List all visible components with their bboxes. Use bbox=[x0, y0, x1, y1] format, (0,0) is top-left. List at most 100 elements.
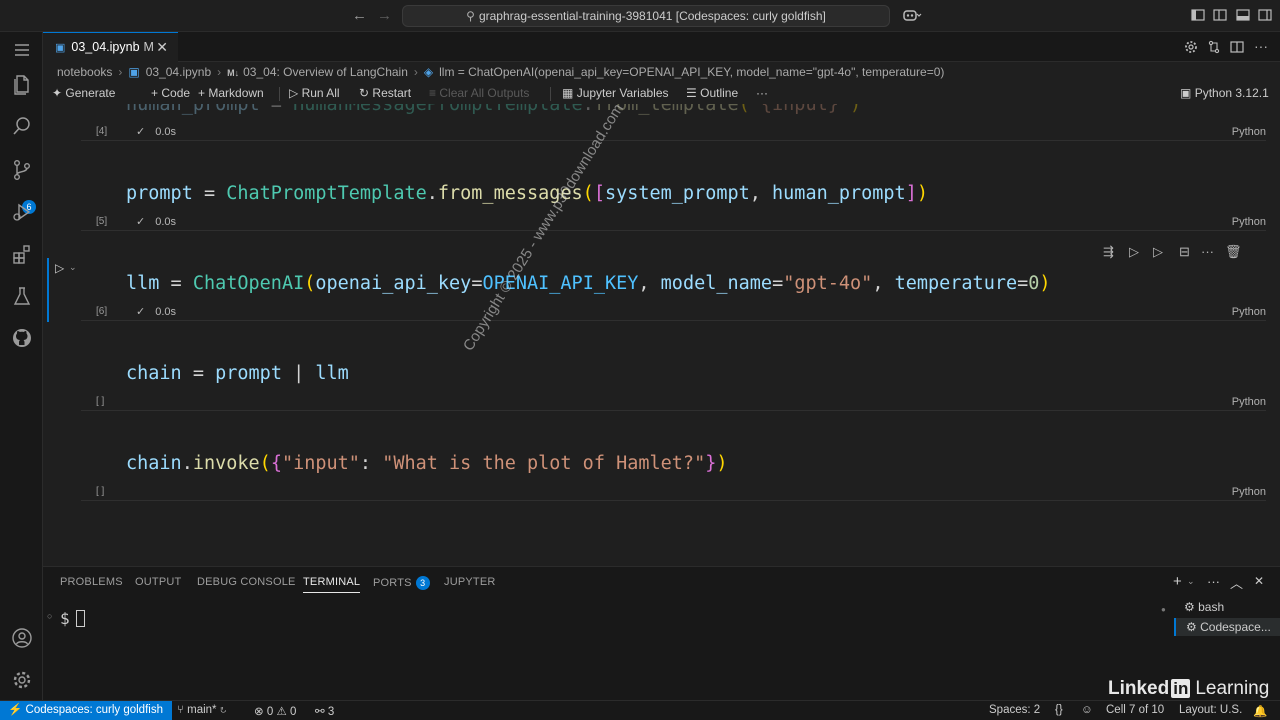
terminal-icon: ⚙ bbox=[1184, 600, 1195, 614]
problems-indicator[interactable]: ⊗ 0 ⚠ 0 bbox=[254, 704, 296, 718]
more-actions-icon[interactable]: ··· bbox=[1254, 38, 1268, 54]
tab-jupyter[interactable]: JUPYTER bbox=[444, 576, 496, 588]
check-icon: ✓ bbox=[136, 216, 146, 228]
maximize-panel-icon[interactable]: ︿ bbox=[1230, 573, 1243, 592]
code-cell[interactable]: human_prompt = HumanMessagePromptTemplat… bbox=[81, 104, 1266, 141]
terminal-prompt[interactable]: $ bbox=[60, 609, 85, 628]
cell-language[interactable]: Python bbox=[1232, 216, 1266, 228]
terminal-decoration-icon: ○ bbox=[47, 611, 53, 621]
breadcrumb-section[interactable]: 03_04: Overview of LangChain bbox=[243, 65, 408, 79]
check-icon: ✓ bbox=[136, 306, 146, 318]
kernel-picker[interactable]: ▣ Python 3.12.1 bbox=[1180, 86, 1269, 100]
more-toolbar-button[interactable]: ··· bbox=[756, 86, 768, 100]
language-braces-indicator[interactable]: {} bbox=[1055, 704, 1063, 716]
tab-ports[interactable]: PORTS 3 bbox=[373, 576, 430, 590]
command-center[interactable]: ⚲ graphrag-essential-training-3981041 [Co… bbox=[402, 5, 890, 27]
restart-button[interactable]: ↻ Restart bbox=[359, 86, 411, 100]
cell-language[interactable]: Python bbox=[1232, 396, 1266, 408]
explorer-icon[interactable] bbox=[10, 72, 34, 96]
notebook-toolbar: ✦ Generate + Code + Markdown ▷ Run All ↻… bbox=[43, 84, 1280, 104]
close-panel-icon[interactable]: ✕ bbox=[1254, 574, 1264, 588]
back-arrow-icon[interactable]: ← bbox=[352, 7, 367, 24]
more-cell-actions-icon[interactable]: ··· bbox=[1201, 244, 1214, 259]
layout-sidebar-left-icon[interactable] bbox=[1191, 8, 1205, 22]
cell-language[interactable]: Python bbox=[1232, 486, 1266, 498]
cell-language[interactable]: Python bbox=[1232, 306, 1266, 318]
layout-sidebar-icon[interactable] bbox=[1213, 8, 1227, 22]
bottom-panel: PROBLEMS OUTPUT DEBUG CONSOLE TERMINAL P… bbox=[43, 566, 1280, 700]
layout-sidebar-right-icon[interactable] bbox=[1258, 8, 1272, 22]
generate-button[interactable]: ✦ Generate bbox=[52, 86, 115, 100]
manage-gear-icon[interactable] bbox=[10, 668, 34, 692]
breadcrumb-file[interactable]: 03_04.ipynb bbox=[146, 65, 211, 79]
tab-output[interactable]: OUTPUT bbox=[135, 576, 181, 588]
clear-all-outputs-button[interactable]: ≡ Clear All Outputs bbox=[429, 86, 529, 100]
github-icon[interactable] bbox=[10, 326, 34, 350]
run-cell-icon[interactable]: ▷ bbox=[55, 261, 64, 275]
cell-code[interactable]: llm = ChatOpenAI(openai_api_key=OPENAI_A… bbox=[126, 273, 1051, 294]
cell-code[interactable]: prompt = ChatPromptTemplate.from_message… bbox=[126, 183, 928, 204]
indentation-indicator[interactable]: Spaces: 2 bbox=[989, 704, 1040, 716]
open-changes-icon[interactable] bbox=[1207, 40, 1221, 54]
brand-linked: Linked bbox=[1108, 678, 1170, 699]
cell-position-indicator[interactable]: Cell 7 of 10 bbox=[1106, 704, 1164, 716]
copilot-icon[interactable] bbox=[902, 8, 922, 22]
code-cell[interactable]: chain.invoke({"input": "What is the plot… bbox=[81, 440, 1266, 501]
exec-time: 0.0s bbox=[155, 216, 177, 228]
code-cell[interactable]: prompt = ChatPromptTemplate.from_message… bbox=[81, 170, 1266, 231]
tab-debug-console[interactable]: DEBUG CONSOLE bbox=[197, 576, 296, 588]
tab-03-04-ipynb[interactable]: ▣ 03_04.ipynb M ✕ bbox=[43, 32, 178, 62]
account-icon[interactable] bbox=[10, 626, 34, 650]
add-code-cell-button[interactable]: + Code bbox=[151, 86, 190, 100]
add-markdown-cell-button[interactable]: + Markdown bbox=[198, 86, 264, 100]
run-all-button[interactable]: ▷ Run All bbox=[289, 86, 340, 100]
terminal-instance-codespace[interactable]: ⚙ Codespace... bbox=[1174, 618, 1280, 636]
terminal-instance-bash[interactable]: ⚙ bash bbox=[1174, 598, 1280, 616]
tab-terminal[interactable]: TERMINAL bbox=[303, 576, 361, 593]
breadcrumb-folder[interactable]: notebooks bbox=[57, 65, 112, 79]
forward-arrow-icon[interactable]: → bbox=[377, 7, 392, 24]
warning-icon: ⚠ bbox=[276, 706, 287, 718]
extensions-icon[interactable] bbox=[10, 242, 34, 266]
new-terminal-plus-icon[interactable]: + bbox=[1173, 573, 1182, 590]
symbol-variable-icon: ◈ bbox=[423, 65, 434, 79]
delete-cell-icon[interactable]: 🗑 bbox=[1225, 244, 1242, 260]
run-above-icon[interactable]: ⇶ bbox=[1103, 244, 1114, 260]
branch-indicator[interactable]: ⑂ main* ↻ bbox=[177, 704, 227, 716]
cell-code[interactable]: chain = prompt | llm bbox=[126, 363, 349, 384]
generate-label: Generate bbox=[65, 86, 116, 100]
code-cell[interactable]: chain = prompt | llm [ ] Python bbox=[81, 350, 1266, 411]
breadcrumb-symbol[interactable]: llm = ChatOpenAI(openai_api_key=OPENAI_A… bbox=[439, 65, 944, 79]
split-cell-icon[interactable]: ⊟ bbox=[1179, 244, 1190, 260]
list-icon: ☰ bbox=[686, 86, 697, 100]
close-tab-icon[interactable]: ✕ bbox=[156, 33, 168, 62]
tab-problems[interactable]: PROBLEMS bbox=[60, 576, 123, 588]
code-cell-selected[interactable]: llm = ChatOpenAI(openai_api_key=OPENAI_A… bbox=[81, 260, 1266, 321]
source-control-icon[interactable] bbox=[10, 158, 34, 182]
chevron-down-icon[interactable]: ⌄ bbox=[69, 262, 77, 273]
notifications-bell-icon[interactable]: 🔔 bbox=[1253, 704, 1267, 718]
ports-indicator[interactable]: ⚯ 3 bbox=[315, 704, 334, 718]
split-editor-icon[interactable] bbox=[1230, 40, 1244, 54]
search-icon[interactable] bbox=[10, 114, 34, 138]
remote-indicator[interactable]: ⚡ Codespaces: curly goldfish bbox=[0, 701, 172, 720]
run-below-icon[interactable]: ▷ bbox=[1129, 244, 1139, 260]
layout-panel-icon[interactable] bbox=[1236, 8, 1250, 22]
code-cell[interactable] bbox=[81, 530, 1266, 566]
cell-language[interactable]: Python bbox=[1232, 126, 1266, 138]
chevron-right-icon: › bbox=[118, 65, 123, 79]
copilot-status-icon[interactable]: ☺ bbox=[1081, 704, 1093, 716]
menu-icon[interactable] bbox=[10, 38, 34, 62]
outline-button[interactable]: ☰ Outline bbox=[686, 86, 738, 100]
run-debug-icon[interactable] bbox=[10, 200, 34, 224]
settings-gear-icon[interactable] bbox=[1184, 40, 1198, 54]
cell-code[interactable]: human_prompt = HumanMessagePromptTemplat… bbox=[126, 104, 861, 115]
outline-label: Outline bbox=[700, 86, 739, 100]
chevron-down-icon[interactable]: ⌄ bbox=[1187, 576, 1195, 587]
jupyter-variables-button[interactable]: ▦ Jupyter Variables bbox=[562, 86, 669, 100]
cell-code[interactable]: chain.invoke({"input": "What is the plot… bbox=[126, 453, 728, 474]
more-panel-actions-icon[interactable]: ··· bbox=[1207, 574, 1220, 589]
keyboard-layout-indicator[interactable]: Layout: U.S. bbox=[1179, 704, 1242, 716]
run-cell-and-below-icon[interactable]: ▷ bbox=[1153, 244, 1163, 260]
testing-flask-icon[interactable] bbox=[10, 284, 34, 308]
